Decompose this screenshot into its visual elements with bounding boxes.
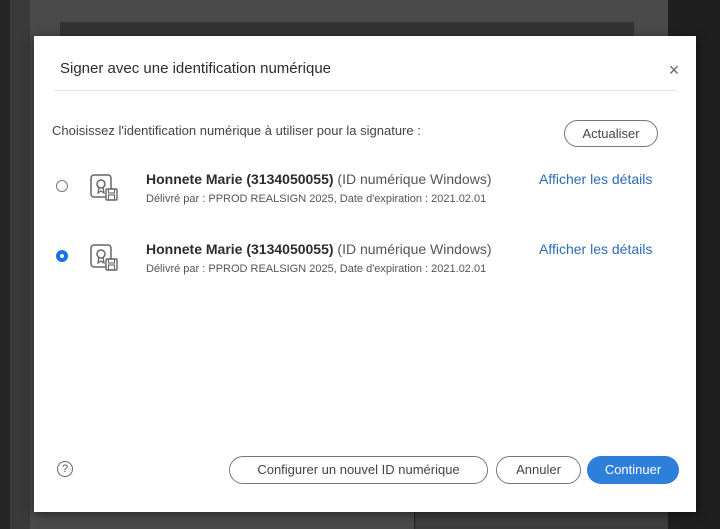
background-panel: [414, 512, 671, 529]
identity-radio[interactable]: [56, 180, 68, 192]
identity-issuer: Délivré par : PPROD REALSIGN 2025, Date …: [146, 263, 487, 275]
sign-dialog: Signer avec une identification numérique…: [34, 36, 696, 512]
configure-new-id-button[interactable]: Configurer un nouvel ID numérique: [229, 456, 488, 484]
close-icon[interactable]: ×: [666, 61, 682, 79]
background-table-header: [60, 22, 634, 36]
prompt-text: Choisissez l'identification numérique à …: [52, 123, 421, 138]
refresh-button[interactable]: Actualiser: [564, 120, 658, 147]
certificate-icon: [90, 244, 118, 271]
identity-row[interactable]: Honnete Marie (3134050055) (ID numérique…: [34, 241, 696, 292]
certificate-icon: [90, 174, 118, 201]
identity-name-line: Honnete Marie (3134050055) (ID numérique…: [146, 171, 491, 187]
cancel-button[interactable]: Annuler: [496, 456, 581, 484]
help-icon[interactable]: ?: [57, 461, 73, 477]
identity-name: Honnete Marie (3134050055): [146, 241, 334, 257]
identity-type: (ID numérique Windows): [333, 241, 492, 257]
continue-button[interactable]: Continuer: [587, 456, 679, 484]
identity-type: (ID numérique Windows): [333, 171, 492, 187]
identity-issuer: Délivré par : PPROD REALSIGN 2025, Date …: [146, 193, 487, 205]
dialog-title: Signer avec une identification numérique: [60, 60, 332, 77]
identity-name: Honnete Marie (3134050055): [146, 171, 334, 187]
identity-radio-selected[interactable]: [56, 250, 68, 262]
identity-name-line: Honnete Marie (3134050055) (ID numérique…: [146, 241, 491, 257]
show-details-link[interactable]: Afficher les détails: [539, 171, 652, 187]
identity-row[interactable]: Honnete Marie (3134050055) (ID numérique…: [34, 171, 696, 222]
background-left-bar: [0, 0, 10, 529]
title-divider: [54, 90, 676, 91]
show-details-link[interactable]: Afficher les détails: [539, 241, 652, 257]
